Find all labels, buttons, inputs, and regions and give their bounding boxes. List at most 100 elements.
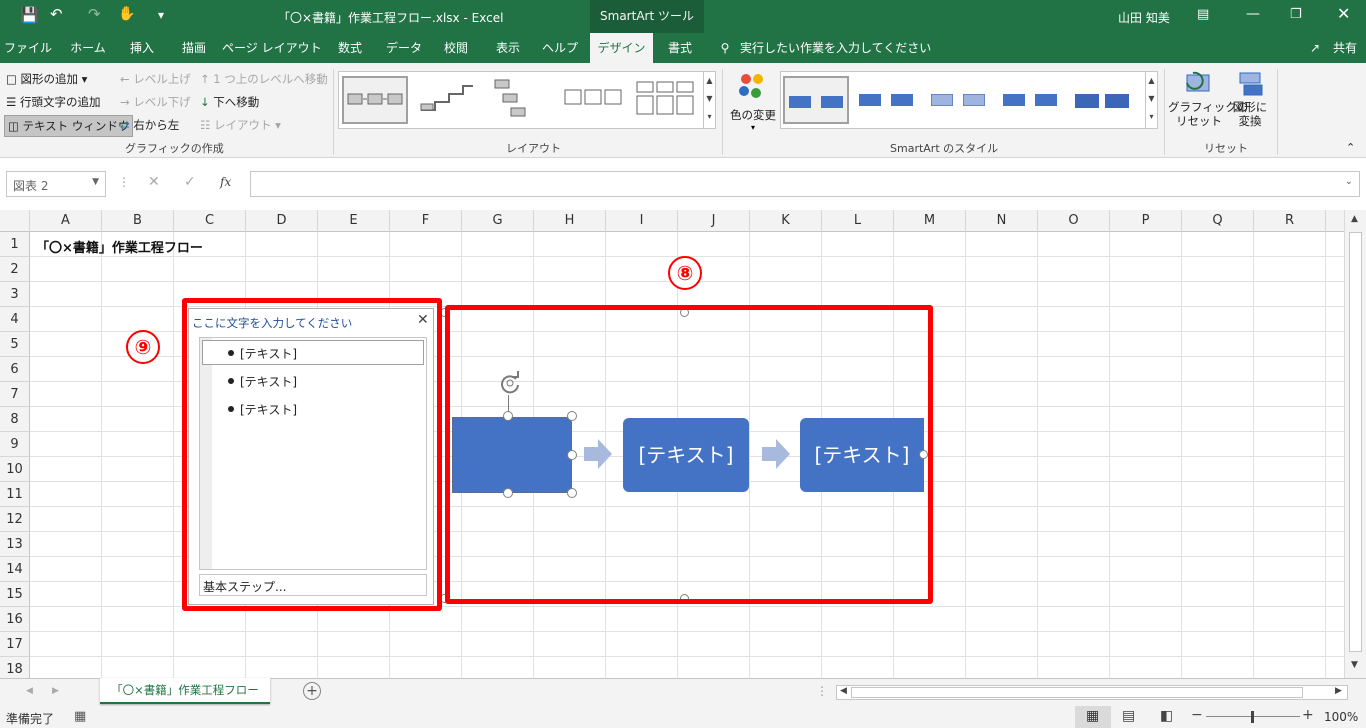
layout-grouped-list[interactable] xyxy=(633,76,699,124)
gallery-scroll[interactable]: ▲ ▼ ▾ xyxy=(703,72,715,128)
select-all-corner[interactable] xyxy=(0,210,30,232)
save-icon[interactable]: 💾 xyxy=(20,6,39,24)
column-header[interactable]: F xyxy=(390,210,462,232)
row-header[interactable]: 7 xyxy=(0,382,30,407)
sheet-prev-icon[interactable]: ◀ xyxy=(26,686,33,696)
macro-record-icon[interactable]: ▦ xyxy=(74,709,86,724)
redo-icon[interactable]: ↷ xyxy=(88,5,101,23)
text-pane-button[interactable]: ◫ テキスト ウィンドウ xyxy=(4,115,134,137)
tab-formulas[interactable]: 数式 xyxy=(326,33,374,63)
promote-button[interactable]: ← レベル上げ xyxy=(120,71,191,87)
tab-home[interactable]: ホーム xyxy=(60,33,116,63)
style-simple-fill[interactable] xyxy=(783,76,849,124)
layout-button[interactable]: ☷ レイアウト ▾ xyxy=(200,117,281,133)
zoom-out-icon[interactable]: − xyxy=(1191,707,1203,723)
convert-to-shapes-button[interactable]: 図形に 変換 xyxy=(1230,69,1270,128)
row-header[interactable]: 2 xyxy=(0,257,30,282)
collapse-ribbon-icon[interactable]: ⌃ xyxy=(1346,141,1355,154)
style-intense-effect[interactable] xyxy=(1071,76,1137,124)
share-icon[interactable]: ↗ xyxy=(1310,33,1320,63)
change-colors-button[interactable]: 色の変更 ▾ xyxy=(728,71,778,141)
zoom-level[interactable]: 100% xyxy=(1324,710,1358,724)
column-header[interactable]: A xyxy=(30,210,102,232)
cell-a1[interactable]: 「〇×書籍」作業工程フロー xyxy=(36,237,203,256)
column-header[interactable]: O xyxy=(1038,210,1110,232)
column-header[interactable]: R xyxy=(1254,210,1326,232)
right-to-left-button[interactable]: ⇄ 右から左 xyxy=(120,117,179,133)
sheet-tab-active[interactable]: 「〇×書籍」作業工程フロー xyxy=(100,678,270,704)
scroll-thumb[interactable] xyxy=(851,687,1303,698)
normal-view-button[interactable]: ▦ xyxy=(1075,706,1111,728)
row-header[interactable]: 17 xyxy=(0,632,30,657)
row-header[interactable]: 12 xyxy=(0,507,30,532)
name-box[interactable]: 図表 2 ▼ xyxy=(6,171,106,197)
layouts-gallery[interactable]: ▲ ▼ ▾ xyxy=(338,71,716,129)
share-button[interactable]: 共有 xyxy=(1333,33,1357,63)
insert-function-icon[interactable]: fx xyxy=(220,175,231,189)
add-sheet-icon[interactable]: + xyxy=(303,682,321,700)
row-header[interactable]: 14 xyxy=(0,557,30,582)
user-name[interactable]: 山田 知美 xyxy=(1118,9,1170,26)
column-header[interactable]: D xyxy=(246,210,318,232)
column-header[interactable]: B xyxy=(102,210,174,232)
column-header[interactable]: P xyxy=(1110,210,1182,232)
layout-step-up[interactable] xyxy=(415,76,481,124)
zoom-in-icon[interactable]: + xyxy=(1302,707,1314,723)
tab-help[interactable]: ヘルプ xyxy=(534,33,586,63)
minimize-icon[interactable]: — xyxy=(1246,6,1260,22)
scroll-up-icon[interactable]: ▲ xyxy=(1351,214,1358,224)
move-up-button[interactable]: ↑ 1 つ上のレベルへ移動 xyxy=(200,71,328,87)
restore-icon[interactable]: ❐ xyxy=(1290,7,1302,22)
tab-data[interactable]: データ xyxy=(380,33,428,63)
column-header[interactable]: E xyxy=(318,210,390,232)
layout-hierarchy-list[interactable] xyxy=(487,76,553,124)
scroll-thumb[interactable] xyxy=(1349,232,1362,652)
row-header[interactable]: 13 xyxy=(0,532,30,557)
touch-mode-icon[interactable]: ✋ xyxy=(118,6,135,22)
add-shape-button[interactable]: □ 図形の追加 ▾ xyxy=(6,71,87,87)
add-bullet-button[interactable]: ☰ 行頭文字の追加 xyxy=(6,94,100,110)
enter-icon[interactable]: ✓ xyxy=(184,174,196,190)
row-header[interactable]: 3 xyxy=(0,282,30,307)
page-break-view-icon[interactable]: ◧ xyxy=(1160,708,1173,724)
vertical-scrollbar[interactable]: ▲ ▼ xyxy=(1344,210,1366,678)
tab-format[interactable]: 書式 xyxy=(657,33,703,63)
row-header[interactable]: 11 xyxy=(0,482,30,507)
tab-view[interactable]: 表示 xyxy=(484,33,532,63)
close-window-icon[interactable]: ✕ xyxy=(1337,4,1350,23)
customize-qat-icon[interactable]: ▾ xyxy=(158,8,164,22)
column-header[interactable]: I xyxy=(606,210,678,232)
reset-graphic-button[interactable]: グラフィックの リセット xyxy=(1168,69,1248,128)
tab-draw[interactable]: 描画 xyxy=(170,33,218,63)
row-header[interactable]: 1 xyxy=(0,232,30,257)
style-moderate-effect[interactable] xyxy=(999,76,1065,124)
tab-file[interactable]: ファイル xyxy=(0,33,56,63)
row-header[interactable]: 6 xyxy=(0,357,30,382)
chevron-down-icon[interactable]: ⌄ xyxy=(1345,176,1353,187)
demote-button[interactable]: → レベル下げ xyxy=(120,94,191,110)
tab-page-layout[interactable]: ページ レイアウト xyxy=(222,33,322,63)
tab-insert[interactable]: 挿入 xyxy=(118,33,166,63)
style-subtle-effect[interactable] xyxy=(927,76,993,124)
row-header[interactable]: 8 xyxy=(0,407,30,432)
zoom-slider-thumb[interactable] xyxy=(1251,711,1254,723)
page-layout-view-icon[interactable]: ▤ xyxy=(1122,708,1135,724)
horizontal-scrollbar[interactable]: ◀ ▶ xyxy=(836,685,1348,700)
formula-input[interactable]: ⌄ xyxy=(250,171,1360,197)
column-header[interactable]: C xyxy=(174,210,246,232)
gallery-scroll[interactable]: ▲ ▼ ▾ xyxy=(1145,72,1157,128)
column-header[interactable]: M xyxy=(894,210,966,232)
chevron-down-icon[interactable]: ▼ xyxy=(92,177,99,187)
scroll-down-icon[interactable]: ▼ xyxy=(1351,660,1358,670)
style-white-outline[interactable] xyxy=(855,76,921,124)
scroll-right-icon[interactable]: ▶ xyxy=(1335,686,1342,696)
row-header[interactable]: 4 xyxy=(0,307,30,332)
row-header[interactable]: 15 xyxy=(0,582,30,607)
column-header[interactable]: N xyxy=(966,210,1038,232)
tab-review[interactable]: 校閲 xyxy=(432,33,480,63)
layout-basic-process[interactable] xyxy=(342,76,408,124)
row-header[interactable]: 10 xyxy=(0,457,30,482)
ribbon-display-icon[interactable]: ▤ xyxy=(1197,7,1209,22)
styles-gallery[interactable]: ▲ ▼ ▾ xyxy=(780,71,1158,129)
column-header[interactable]: J xyxy=(678,210,750,232)
